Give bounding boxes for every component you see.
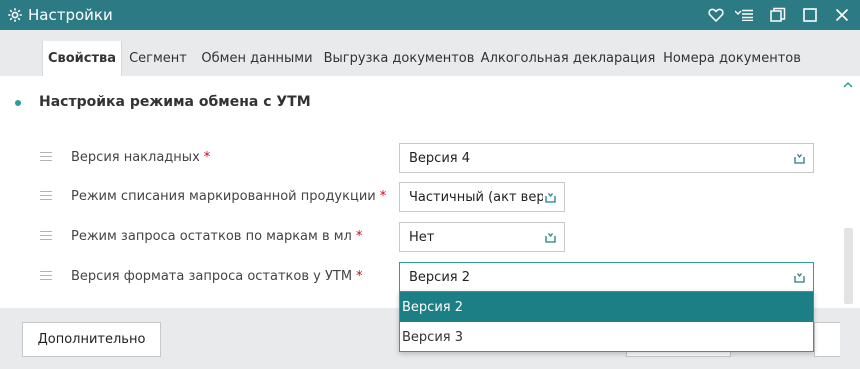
dropdown-option[interactable]: Версия 3 [400,322,813,352]
writeoff-mode-select[interactable]: Частичный (акт верс [399,182,565,212]
field-label: Режим запроса остатков по маркам в мл * [71,229,363,244]
invoice-version-select[interactable]: Версия 4 [399,143,814,173]
heart-icon[interactable] [702,0,730,30]
dropdown-option[interactable]: Версия 2 [400,292,813,322]
stock-format-version-select[interactable]: Версия 2 [399,262,814,292]
tab-document-export[interactable]: Выгрузка документов [320,41,478,76]
drag-handle-icon[interactable] [40,191,52,200]
field-value: Версия 2 [409,269,470,285]
dropdown-arrow-icon [794,154,805,164]
field-label: Режим списания маркированной продукции * [71,189,387,204]
drag-handle-icon[interactable] [40,231,52,240]
tab-document-numbers[interactable]: Номера документов [658,41,806,76]
field-label: Версия формата запроса остатков у УТМ * [71,269,363,284]
drag-handle-icon[interactable] [40,152,52,161]
section-bullet-icon [15,100,21,106]
gear-icon [6,6,24,24]
field-row-invoice-version: Версия накладных * Версия 4 [0,143,860,173]
vertical-scrollbar[interactable] [842,76,854,308]
dialog-button-partial-right[interactable] [814,322,840,357]
field-row-writeoff-mode: Режим списания маркированной продукции * … [0,182,860,212]
menu-list-icon[interactable] [730,0,758,30]
window-controls [702,0,860,30]
field-value: Частичный (акт верс [409,189,543,205]
required-mark: * [203,150,211,165]
drag-handle-icon[interactable] [40,271,52,280]
maximize-icon[interactable] [796,0,824,30]
tab-bar: Свойства Сегмент Обмен данными Выгрузка … [0,30,860,76]
more-button[interactable]: Дополнительно [22,322,161,357]
field-row-stock-format-version: Версия формата запроса остатков у УТМ * В… [0,262,860,292]
settings-panel: Настройка режима обмена с УТМ Версия нак… [0,76,860,308]
chevron-up-icon[interactable] [842,78,854,90]
field-row-stock-query-mode: Режим запроса остатков по маркам в мл * Н… [0,222,860,252]
required-mark: * [356,269,363,284]
section-title: Настройка режима обмена с УТМ [39,94,311,110]
tab-alcohol-declaration[interactable]: Алкогольная декларация [480,41,656,76]
field-value: Версия 4 [409,150,470,166]
tab-segment[interactable]: Сегмент [122,41,194,76]
field-value: Нет [409,229,435,245]
required-mark: * [355,229,363,244]
dropdown-arrow-icon [794,273,805,283]
version-dropdown-list: Версия 2 Версия 3 [399,291,814,352]
title-bar: Настройки [0,0,860,30]
dropdown-arrow-icon [545,233,556,243]
required-mark: * [379,189,387,204]
window-title: Настройки [28,6,113,24]
tab-data-exchange[interactable]: Обмен данными [196,41,318,76]
restore-icon[interactable] [764,0,792,30]
stock-query-mode-select[interactable]: Нет [399,222,565,252]
scrollbar-thumb[interactable] [844,228,853,304]
close-icon[interactable] [828,0,856,30]
field-label: Версия накладных * [71,150,211,165]
dropdown-arrow-icon [545,193,556,203]
tab-properties[interactable]: Свойства [42,41,122,76]
